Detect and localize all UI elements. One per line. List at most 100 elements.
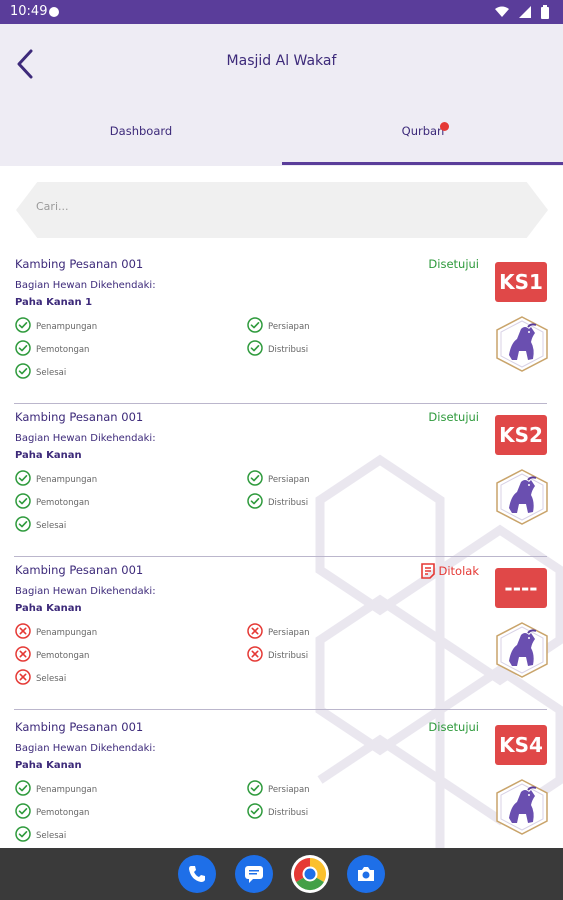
part-value: Paha Kanan [15,603,82,614]
check-circle-icon [247,317,263,336]
status-time: 10:49 [10,4,48,19]
step-label: Penampungan [36,321,98,332]
signal-icon [519,6,531,22]
step-item: Pemotongan [15,803,89,822]
code-badge: KS4 [495,725,547,765]
part-value: Paha Kanan [15,450,82,461]
check-circle-icon [247,803,263,822]
status-label: Disetujui [428,257,479,271]
step-label: Pemotongan [36,344,90,355]
code-badge: KS1 [495,262,547,302]
messages-app-button[interactable] [235,855,273,893]
status-label: Disetujui [428,410,479,424]
step-item: Distribusi [247,803,308,822]
step-label: Persiapan [268,474,310,485]
part-value: Paha Kanan 1 [15,297,93,308]
step-item: Distribusi [247,493,308,512]
step-item: Pemotongan [15,646,89,665]
notification-dot [440,122,449,131]
order-card[interactable]: Kambing Pesanan 001 Disetujui Bagian Hewan… [0,247,563,404]
app-header: Masjid Al Wakaf Dashboard Qurban [0,24,563,166]
step-item: Persiapan [247,623,310,642]
step-item: Persiapan [247,780,310,799]
step-item: Distribusi [247,646,308,665]
check-circle-icon [15,493,31,512]
order-card[interactable]: Kambing Pesanan 001 Ditolak Bagian Hewan D… [0,553,563,710]
step-label: Distribusi [268,497,309,508]
step-label: Persiapan [268,784,310,795]
code-badge: ---- [495,568,547,608]
check-circle-icon [15,470,31,489]
document-icon [420,563,435,579]
check-circle-icon [247,780,263,799]
step-item: Selesai [15,516,66,535]
check-circle-icon [15,826,31,845]
cross-circle-icon [15,623,31,642]
step-item: Persiapan [247,470,310,489]
tab-dashboard[interactable]: Dashboard [0,124,282,138]
status-text: Ditolak [438,564,480,578]
step-label: Persiapan [268,627,310,638]
step-label: Distribusi [268,807,309,818]
goat-icon [495,468,549,526]
step-label: Penampungan [36,784,98,795]
step-item: Selesai [15,669,66,688]
part-label: Bagian Hewan Dikehendaki: [15,586,156,597]
search-bar[interactable] [16,182,548,238]
camera-icon [358,867,374,881]
step-item: Penampungan [15,623,97,642]
step-item: Distribusi [247,340,308,359]
cross-circle-icon [247,623,263,642]
step-label: Distribusi [268,650,309,661]
order-name: Kambing Pesanan 001 [15,410,144,424]
part-label: Bagian Hewan Dikehendaki: [15,433,156,444]
order-name: Kambing Pesanan 001 [15,720,144,734]
order-card[interactable]: Kambing Pesanan 001 Disetujui Bagian Hewan… [0,400,563,557]
goat-icon [495,315,549,373]
step-label: Distribusi [268,344,309,355]
step-label: Penampungan [36,474,98,485]
status-label: Ditolak [420,563,480,579]
order-name: Kambing Pesanan 001 [15,257,144,271]
check-circle-icon [15,363,31,382]
part-value: Paha Kanan [15,760,82,771]
active-tab-indicator [282,162,563,165]
chat-notification-icon [49,7,59,17]
chrome-app-button[interactable] [291,855,329,893]
chrome-icon [293,857,327,891]
part-label: Bagian Hewan Dikehendaki: [15,280,156,291]
step-item: Penampungan [15,470,97,489]
step-label: Selesai [36,520,67,531]
step-item: Penampungan [15,317,97,336]
battery-icon [541,5,549,23]
step-item: Selesai [15,363,66,382]
order-card[interactable]: Kambing Pesanan 001 Disetujui Bagian Hewan… [0,710,563,867]
order-name: Kambing Pesanan 001 [15,563,144,577]
step-item: Persiapan [247,317,310,336]
wifi-icon [495,6,509,22]
step-item: Selesai [15,826,66,845]
cross-circle-icon [247,646,263,665]
step-item: Pemotongan [15,340,89,359]
step-label: Selesai [36,830,67,841]
phone-icon [189,866,205,882]
goat-icon [495,621,549,679]
code-badge: KS2 [495,415,547,455]
check-circle-icon [15,516,31,535]
check-circle-icon [15,317,31,336]
status-bar: 10:49 [0,0,563,24]
step-item: Penampungan [15,780,97,799]
step-label: Persiapan [268,321,310,332]
check-circle-icon [247,340,263,359]
phone-app-button[interactable] [178,855,216,893]
search-input[interactable] [36,200,516,213]
check-circle-icon [247,493,263,512]
status-label: Disetujui [428,720,479,734]
tab-qurban[interactable]: Qurban [282,124,563,138]
step-label: Pemotongan [36,497,90,508]
messages-icon [245,866,263,883]
step-item: Pemotongan [15,493,89,512]
part-label: Bagian Hewan Dikehendaki: [15,743,156,754]
camera-app-button[interactable] [347,855,385,893]
check-circle-icon [15,780,31,799]
